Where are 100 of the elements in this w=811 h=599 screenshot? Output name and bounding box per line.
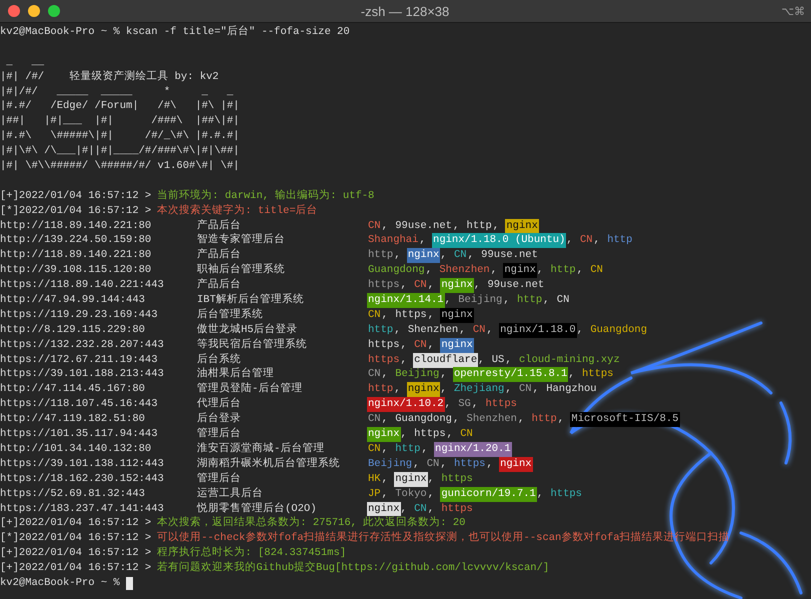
url-text: https://39.101.188.213:443 (0, 368, 164, 380)
url-text: http://39.108.115.120:80 (0, 264, 152, 276)
prompt-text: kv2@MacBook-Pro ~ % (0, 576, 120, 591)
zoom-button[interactable] (48, 5, 60, 17)
title-text: 等我民宿后台管理系统 (197, 338, 307, 351)
tag-text: CN (589, 263, 604, 278)
ascii-art-line: _ __ (5, 54, 44, 70)
title-text: 运营工具后台 (197, 488, 263, 500)
tag-text: nginx (394, 472, 428, 487)
tag-text: http (367, 382, 394, 398)
log-message: 程序执行总时长为: [824.337451ms] (157, 546, 346, 561)
separator-text: , (594, 233, 601, 248)
tag-text: CN (578, 233, 594, 248)
tag-text: https (367, 338, 401, 353)
tag-text: Shenzhen (406, 322, 460, 338)
ascii-art-line: |#.#/ /Edge/ /Forum| /#\ |#\ |#| (0, 99, 240, 114)
glow-stroke (780, 402, 792, 464)
tag-text: http (466, 218, 493, 234)
separator-text: , (400, 278, 408, 294)
url-text: http://8.129.115.229:80 (0, 324, 145, 336)
title-text: 产品后台 (197, 249, 241, 262)
separator-text: , (472, 397, 480, 412)
separator-text: , (400, 502, 408, 516)
log-message: 当前环境为: darwin, 输出编码为: utf-8 (157, 188, 374, 204)
separator-text: , (400, 427, 408, 442)
tag-text: nginx (503, 263, 537, 278)
tag-text: CN (426, 456, 440, 472)
url-text: https://39.101.138.112:443 (0, 458, 164, 470)
separator-text: , (518, 412, 526, 428)
separator-text: , (503, 293, 511, 308)
url-text: https://132.232.28.207:443 (0, 338, 164, 351)
tag-text: CN (459, 427, 474, 442)
separator-text: , (536, 486, 544, 502)
tag-text: CN (367, 442, 382, 457)
title-text: 产品后台 (197, 220, 241, 232)
separator-text: , (532, 382, 540, 398)
tag-text: https (440, 472, 474, 487)
tag-text: Hangzhou (545, 382, 598, 398)
tag-text: CN (452, 248, 468, 264)
separator-text: , (490, 263, 498, 278)
tag-text: Guangdong (589, 322, 648, 338)
tag-text: Beijing (367, 456, 414, 472)
tag-text: SG (457, 397, 472, 412)
url-text: https://118.107.45.16:443 (0, 398, 158, 410)
title-text: 智造专家管理后台 (197, 234, 285, 246)
url-text: http://118.89.140.221:80 (0, 249, 152, 262)
tag-text: nginx (367, 427, 401, 442)
separator-text: , (505, 352, 513, 368)
separator-text: , (536, 263, 544, 278)
tag-text: nginx (367, 502, 401, 516)
title-text: 管理后台 (197, 472, 241, 485)
title-text: 湖南稻升碾米机后台管理系统 (197, 458, 340, 470)
separator-text: , (382, 308, 389, 323)
tag-text: cloud-mining.xyz (518, 352, 621, 368)
title-text: 职袖后台管理系统 (197, 264, 285, 276)
url-text: https://101.35.117.94:443 (0, 428, 158, 440)
separator-text: , (446, 427, 454, 442)
log-timestamp: [+]2022/01/04 16:57:12 > (0, 561, 152, 576)
separator-text: , (413, 456, 420, 472)
tag-text: http (606, 233, 634, 248)
separator-text: , (440, 248, 448, 264)
separator-text: , (568, 367, 576, 382)
tag-text: Zhejiang (452, 382, 506, 398)
minimize-button[interactable] (28, 5, 40, 17)
title-text: 淮安百源堂商城-后台管理 (197, 442, 324, 455)
separator-text: , (382, 412, 389, 428)
tag-text: https (440, 502, 474, 516)
ascii-art-line: |#|/#/ _____ _____ * _ _ (0, 84, 234, 100)
url-text: https://52.69.81.32:443 (0, 488, 145, 500)
ascii-art-line: |#.#\ \#####\|#| /#/_\#\ |#.#.#| (0, 129, 240, 144)
log-timestamp: [*]2022/01/04 16:57:12 > (0, 531, 152, 546)
separator-text: , (426, 263, 434, 278)
separator-text: , (474, 278, 482, 294)
tag-text: Guangdong (367, 263, 426, 278)
tag-text: http (530, 412, 558, 428)
separator-text: , (505, 382, 513, 398)
tag-text: openresty/1.15.8.1 (452, 367, 568, 382)
tag-text: nginx (440, 308, 474, 323)
separator-text: , (558, 412, 566, 428)
tag-text: nginx (406, 248, 440, 264)
tag-text: CN (367, 218, 382, 234)
url-text: http://139.224.50.159:80 (0, 234, 152, 246)
ascii-art-line: |##| |#|___ |#| /###\ |##\|#| (0, 114, 240, 130)
tag-text: Guangdong (394, 412, 453, 428)
tag-text: nginx/1.14.1 (367, 293, 445, 308)
url-text: http://118.89.140.221:80 (0, 220, 152, 232)
separator-text: , (576, 263, 584, 278)
separator-text: , (419, 233, 427, 248)
separator-text: , (566, 233, 574, 248)
separator-text: , (428, 338, 436, 353)
close-button[interactable] (8, 5, 20, 17)
tag-text: US (490, 352, 506, 368)
separator-text: , (428, 278, 436, 294)
tag-text: https (452, 456, 486, 472)
separator-text: , (492, 218, 500, 234)
tag-text: CN (413, 502, 428, 516)
separator-text: , (444, 293, 452, 308)
log-message: 若有问题欢迎来我的Github提交Bug[https://github.com/lcvvvv/kscan/] (157, 561, 550, 576)
url-text: https://172.67.211.19:443 (0, 354, 158, 366)
window-title: -zsh — 128×38 (360, 4, 450, 18)
